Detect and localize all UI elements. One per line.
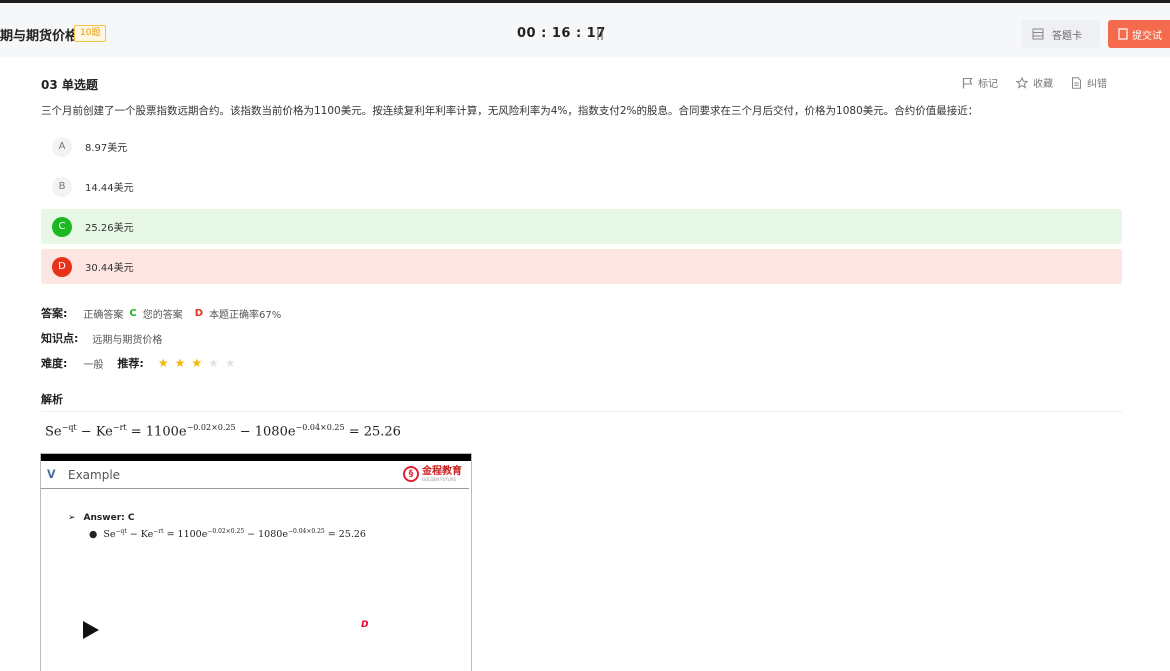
star-filled-icon: ★	[191, 356, 203, 370]
option-c[interactable]: C 25.26美元	[41, 209, 1122, 244]
option-b-letter: B	[52, 176, 72, 197]
slide-answer-text: Answer: C	[83, 513, 135, 523]
your-answer-label: 您的答案	[142, 309, 183, 321]
answer-card-icon	[1032, 28, 1044, 40]
arrow-bullet-icon: ➢	[68, 513, 76, 523]
option-a-text: 8.97美元	[85, 143, 128, 154]
pause-button[interactable]: ||	[596, 26, 604, 40]
slide-title: Example	[68, 468, 121, 482]
correct-answer-letter: C	[129, 307, 137, 319]
slide-formula-exp1: −qt	[115, 528, 127, 535]
knowledge-row: 知识点: 远期与期货价格	[41, 330, 162, 346]
correct-answer-label: 正确答案	[83, 309, 124, 321]
analysis-heading: 解析	[41, 393, 63, 406]
brand-mark-icon: §	[403, 466, 419, 482]
option-c-letter: C	[52, 216, 72, 237]
analysis-divider	[41, 411, 1122, 412]
question-number: 03 单选题	[41, 78, 98, 92]
report-error-button[interactable]: 纠错	[1071, 75, 1107, 90]
knowledge-value: 远期与期货价格	[92, 334, 163, 346]
recommend-stars: ★ ★ ★ ★ ★	[158, 356, 242, 370]
formula-exp3: −0.02×0.25	[186, 423, 236, 432]
answer-label: 答案:	[41, 307, 68, 320]
slide-formula-eq: = 1100e	[163, 529, 208, 541]
answer-card-button[interactable]: 答题卡	[1022, 20, 1100, 48]
slide-formula-exp3: −0.02×0.25	[207, 528, 245, 535]
pen-cursor-icon: D	[361, 620, 369, 630]
report-error-label: 纠错	[1087, 79, 1107, 90]
exam-title: 期与期货价格	[0, 29, 79, 44]
flag-icon	[962, 77, 973, 88]
slide-logo-icon: ᐯ	[47, 468, 56, 481]
option-d-letter: D	[52, 256, 72, 277]
difficulty-value: 一般	[83, 359, 104, 371]
mark-button[interactable]: 标记	[962, 75, 998, 90]
bullet-dot-icon: ●	[89, 529, 104, 541]
report-doc-icon	[1072, 76, 1081, 89]
slide-formula-lhs: Se	[103, 529, 116, 541]
formula-result: = 25.26	[344, 424, 401, 440]
star-outline-icon	[1016, 76, 1028, 89]
question-stem: 三个月前创建了一个股票指数远期合约。该指数当前价格为1100美元。按连续复利年利…	[41, 105, 979, 117]
option-a[interactable]: A 8.97美元	[41, 129, 1122, 164]
favorite-label: 收藏	[1033, 79, 1053, 90]
option-c-text: 25.26美元	[85, 223, 134, 234]
recommend-label: 推荐:	[117, 357, 144, 370]
formula-exp4: −0.04×0.25	[295, 423, 345, 432]
slide-formula-exp4: −0.04×0.25	[287, 528, 325, 535]
formula-exp2: −rt	[112, 423, 127, 432]
slide-formula-mid: − Ke	[126, 529, 154, 541]
difficulty-row: 难度: 一般 推荐: ★ ★ ★ ★ ★	[41, 355, 242, 371]
slide-formula-minus: − 1080e	[244, 529, 288, 541]
slide-formula-result: = 25.26	[324, 529, 366, 541]
difficulty-label: 难度:	[41, 357, 68, 370]
slide-formula-exp2: −rt	[153, 528, 164, 535]
option-b[interactable]: B 14.44美元	[41, 169, 1122, 204]
video-slide-header: ᐯ Example § 金程教育 GOLDEN FUTURE	[41, 461, 469, 489]
exam-header: 期与期货价格 10题 00 : 16 : 17 || 答题卡 提交试	[0, 3, 1170, 57]
formula-eq: = 1100e	[126, 424, 187, 440]
formula-lhs: Se	[45, 424, 62, 440]
slide-formula: ● Se−qt − Ke−rt = 1100e−0.02×0.25 − 1080…	[89, 528, 366, 540]
favorite-button[interactable]: 收藏	[1016, 75, 1053, 90]
submit-exam-button[interactable]: 提交试	[1108, 20, 1170, 48]
answer-card-label: 答题卡	[1052, 30, 1082, 42]
option-b-text: 14.44美元	[85, 183, 134, 194]
formula-exp1: −qt	[61, 423, 77, 432]
question-count-badge: 10题	[74, 25, 107, 42]
star-filled-icon: ★	[174, 356, 186, 370]
formula-minus: − 1080e	[235, 424, 296, 440]
answer-row: 答案: 正确答案 C 您的答案 D 本题正确率67%	[41, 305, 281, 321]
solution-formula: Se−qt − Ke−rt = 1100e−0.02×0.25 − 1080e−…	[45, 423, 401, 439]
star-filled-icon: ★	[157, 356, 169, 370]
submit-label: 提交试	[1132, 30, 1162, 42]
play-icon[interactable]	[83, 621, 99, 639]
option-d-text: 30.44美元	[85, 263, 134, 274]
option-a-letter: A	[52, 136, 72, 157]
knowledge-label: 知识点:	[41, 332, 79, 345]
exam-timer: 00 : 16 : 17	[517, 26, 606, 41]
question-tools: 标记 收藏 纠错	[962, 75, 1107, 90]
mark-label: 标记	[978, 79, 998, 90]
submit-icon	[1118, 28, 1128, 40]
option-d[interactable]: D 30.44美元	[41, 249, 1122, 284]
correct-rate: 本题正确率67%	[209, 309, 282, 321]
star-empty-icon: ★	[224, 356, 236, 370]
brand-logo: § 金程教育 GOLDEN FUTURE	[403, 466, 462, 482]
brand-subtitle: GOLDEN FUTURE	[422, 476, 457, 482]
slide-answer: ➢ Answer: C	[68, 513, 134, 523]
star-empty-icon: ★	[208, 356, 219, 370]
your-answer-letter: D	[194, 307, 204, 319]
brand-name: 金程教育	[422, 465, 462, 477]
explanation-video[interactable]: ᐯ Example § 金程教育 GOLDEN FUTURE ➢ Answer: …	[41, 454, 471, 671]
formula-mid: − Ke	[76, 424, 113, 440]
